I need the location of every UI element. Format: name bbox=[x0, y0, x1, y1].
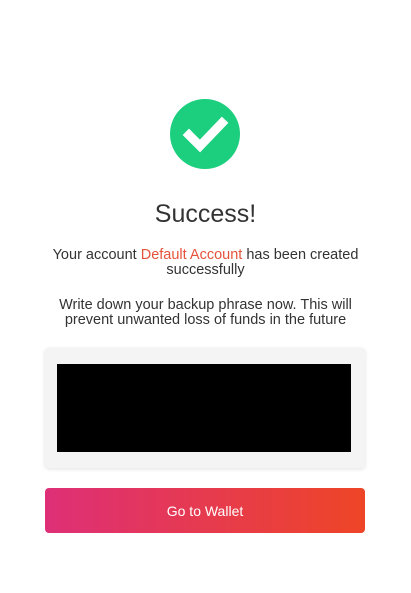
backup-phrase-card bbox=[45, 348, 365, 468]
backup-phrase-hidden bbox=[57, 364, 351, 452]
backup-instruction: Write down your backup phrase now. This … bbox=[59, 297, 352, 328]
go-to-wallet-button[interactable]: Go to Wallet bbox=[45, 488, 365, 533]
checkmark-circle-icon bbox=[170, 99, 240, 169]
account-name: Default Account bbox=[140, 247, 243, 263]
success-title: Success! bbox=[154, 200, 257, 228]
account-message-prefix: Your account bbox=[52, 247, 141, 263]
account-created-screen: Success! Your account Default Account ha… bbox=[0, 0, 411, 593]
checkmark-icon bbox=[170, 99, 240, 169]
account-created-message: Your account Default Account has been cr… bbox=[40, 248, 371, 278]
